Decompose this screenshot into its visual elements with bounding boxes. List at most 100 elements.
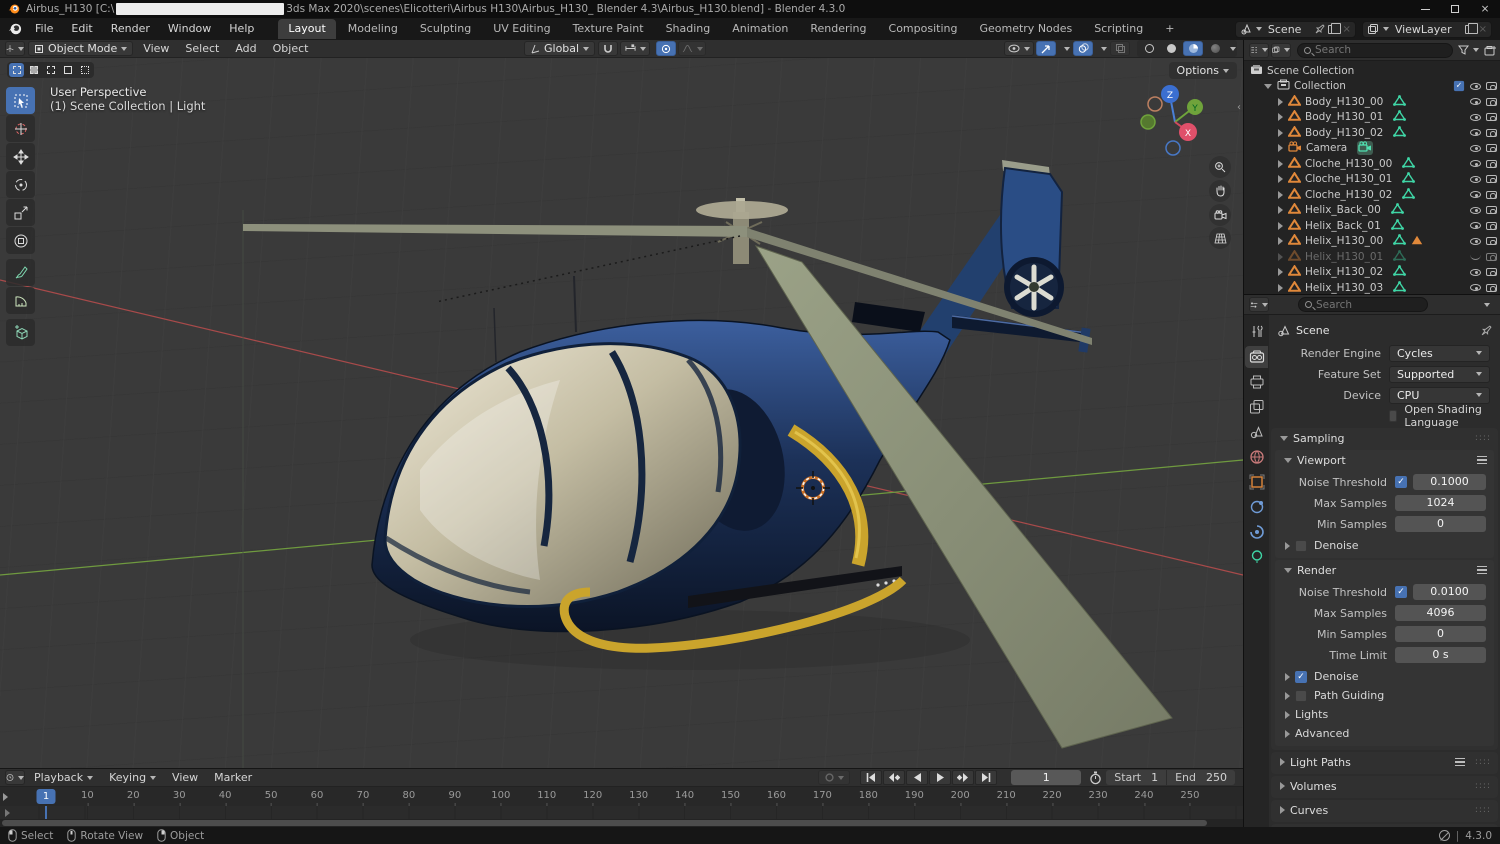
outliner-item-label[interactable]: Body_H130_00 bbox=[1305, 96, 1383, 108]
properties-editor[interactable]: Scene Render Engine Cycles Feature Set S… bbox=[1244, 295, 1500, 827]
outliner-item-label[interactable]: Helix_H130_02 bbox=[1305, 266, 1383, 278]
render-visibility-icon[interactable] bbox=[1486, 175, 1497, 184]
start-frame-field[interactable]: Start 1 bbox=[1106, 771, 1166, 784]
current-frame-field[interactable]: 1 bbox=[1011, 770, 1082, 785]
workspace-tab-texture-paint[interactable]: Texture Paint bbox=[563, 19, 654, 39]
outliner-row[interactable]: Helix_Back_01 bbox=[1244, 218, 1500, 234]
tool-select-box[interactable] bbox=[6, 87, 35, 114]
menu-help[interactable]: Help bbox=[220, 18, 263, 40]
eye-open-icon[interactable] bbox=[1470, 144, 1481, 152]
rn-denoise-row[interactable]: ✓ Denoise bbox=[1275, 667, 1494, 686]
sampling-panel-header[interactable]: Sampling:::: bbox=[1271, 428, 1498, 448]
vp-min-samples-field[interactable]: 0 bbox=[1395, 516, 1486, 532]
outliner-item-label[interactable]: Helix_Back_00 bbox=[1305, 204, 1381, 216]
proportional-editing-button[interactable] bbox=[656, 41, 677, 56]
snap-toggle-button[interactable] bbox=[598, 41, 619, 56]
outliner-item-label[interactable]: Helix_H130_03 bbox=[1305, 282, 1383, 294]
disclosure-closed-icon[interactable] bbox=[1278, 268, 1283, 277]
rn-max-samples-field[interactable]: 4096 bbox=[1395, 605, 1486, 621]
outliner-search-input[interactable] bbox=[1315, 44, 1446, 56]
rn-path-guiding-checkbox[interactable] bbox=[1295, 689, 1307, 702]
viewport-canvas-render[interactable] bbox=[0, 40, 1243, 768]
select-mode-new[interactable] bbox=[9, 63, 24, 77]
render-visibility-icon[interactable] bbox=[1486, 190, 1497, 199]
properties-tab-world[interactable] bbox=[1245, 446, 1268, 468]
menu-render[interactable]: Render bbox=[102, 18, 159, 40]
workspace-tab-rendering[interactable]: Rendering bbox=[800, 19, 876, 39]
vp-noise-threshold-checkbox[interactable]: ✓ bbox=[1395, 476, 1407, 488]
tool-transform[interactable] bbox=[6, 227, 35, 254]
pan-button[interactable] bbox=[1209, 180, 1231, 202]
rn-min-samples-field[interactable]: 0 bbox=[1395, 626, 1486, 642]
osl-checkbox[interactable] bbox=[1389, 410, 1398, 422]
scene-name[interactable]: Scene bbox=[1268, 23, 1302, 36]
play-button[interactable] bbox=[929, 770, 952, 785]
disclosure-closed-icon[interactable] bbox=[1278, 175, 1283, 184]
timeline-menu-keying[interactable]: Keying bbox=[101, 771, 164, 784]
outliner-row[interactable]: Cloche_H130_02 bbox=[1244, 187, 1500, 203]
mode-dropdown[interactable]: Object Mode bbox=[28, 41, 134, 56]
filter-dropdown[interactable] bbox=[1473, 48, 1479, 52]
eye-open-icon[interactable] bbox=[1470, 129, 1481, 137]
jump-to-start-button[interactable] bbox=[860, 770, 883, 785]
properties-tab-view-layer[interactable] bbox=[1245, 396, 1268, 418]
outliner-editor-type-button[interactable] bbox=[1249, 42, 1269, 58]
properties-tab-scene[interactable] bbox=[1245, 421, 1268, 443]
outliner-item-label[interactable]: Collection bbox=[1294, 80, 1346, 92]
playhead-line[interactable] bbox=[45, 806, 47, 819]
new-viewlayer-icon[interactable] bbox=[1464, 22, 1478, 34]
outliner-row[interactable]: Helix_H130_00 bbox=[1244, 233, 1500, 250]
ortho-toggle-button[interactable] bbox=[1209, 227, 1231, 249]
properties-search[interactable] bbox=[1298, 297, 1428, 312]
vp-denoise-checkbox[interactable] bbox=[1295, 539, 1307, 552]
render-visibility-icon[interactable] bbox=[1486, 113, 1497, 122]
timeline-channels[interactable] bbox=[0, 806, 1243, 819]
timeline-menu-view[interactable]: View bbox=[164, 771, 206, 784]
minimize-button[interactable] bbox=[1410, 0, 1440, 18]
eye-open-icon[interactable] bbox=[1470, 284, 1481, 292]
camera-view-button[interactable] bbox=[1209, 204, 1231, 226]
eye-open-icon[interactable] bbox=[1470, 175, 1481, 183]
render-visibility-icon[interactable] bbox=[1486, 128, 1497, 137]
viewport-menu-select[interactable]: Select bbox=[177, 42, 227, 55]
panel-header[interactable]: Curves:::: bbox=[1271, 800, 1498, 820]
tool-move[interactable] bbox=[6, 143, 35, 170]
disclosure-closed-icon[interactable] bbox=[1278, 252, 1283, 261]
render-visibility-icon[interactable] bbox=[1486, 144, 1497, 153]
render-visibility-icon[interactable] bbox=[1486, 237, 1497, 246]
next-keyframe-button[interactable] bbox=[952, 770, 975, 785]
properties-tab-output[interactable] bbox=[1245, 371, 1268, 393]
disclosure-closed-icon[interactable] bbox=[1278, 113, 1283, 122]
eye-open-icon[interactable] bbox=[1470, 113, 1481, 121]
properties-options-dropdown[interactable] bbox=[1484, 302, 1490, 307]
pin-icon[interactable] bbox=[1481, 324, 1492, 336]
proportional-falloff-dropdown[interactable] bbox=[678, 41, 707, 56]
visibility-dropdown[interactable] bbox=[1004, 41, 1034, 56]
properties-tab-constraints[interactable] bbox=[1245, 496, 1268, 518]
tool-cursor[interactable] bbox=[6, 115, 35, 142]
xray-toggle-button[interactable] bbox=[1110, 41, 1130, 56]
preset-icon[interactable] bbox=[1477, 565, 1487, 575]
preview-range-stopwatch-icon[interactable] bbox=[1089, 771, 1102, 785]
disclosure-closed-icon[interactable] bbox=[1278, 190, 1283, 199]
rn-noise-threshold-checkbox[interactable]: ✓ bbox=[1395, 586, 1407, 598]
sampling-viewport-header[interactable]: Viewport bbox=[1275, 450, 1494, 470]
vp-denoise-row[interactable]: Denoise bbox=[1275, 536, 1494, 555]
eye-open-icon[interactable] bbox=[1470, 222, 1481, 230]
timeline-menu-marker[interactable]: Marker bbox=[206, 771, 260, 784]
sidebar-toggle[interactable]: ‹ bbox=[1237, 102, 1241, 113]
render-visibility-icon[interactable] bbox=[1486, 82, 1497, 91]
editor-type-button[interactable] bbox=[5, 41, 25, 56]
disclosure-open-icon[interactable] bbox=[1264, 83, 1272, 89]
sampling-render-header[interactable]: Render bbox=[1275, 560, 1494, 580]
auto-keying-button[interactable] bbox=[818, 770, 851, 785]
filter-icon[interactable] bbox=[1458, 45, 1469, 55]
disclosure-closed-icon[interactable] bbox=[1278, 221, 1283, 230]
viewport-menu-view[interactable]: View bbox=[135, 42, 177, 55]
show-overlays-button[interactable] bbox=[1073, 41, 1093, 56]
disclosure-closed-icon[interactable] bbox=[1278, 206, 1283, 215]
shading-rendered-button[interactable] bbox=[1205, 41, 1225, 56]
new-collection-icon[interactable] bbox=[1484, 45, 1496, 56]
options-button[interactable]: Options bbox=[1168, 62, 1237, 79]
outliner-row[interactable]: Body_H130_00 bbox=[1244, 94, 1500, 110]
